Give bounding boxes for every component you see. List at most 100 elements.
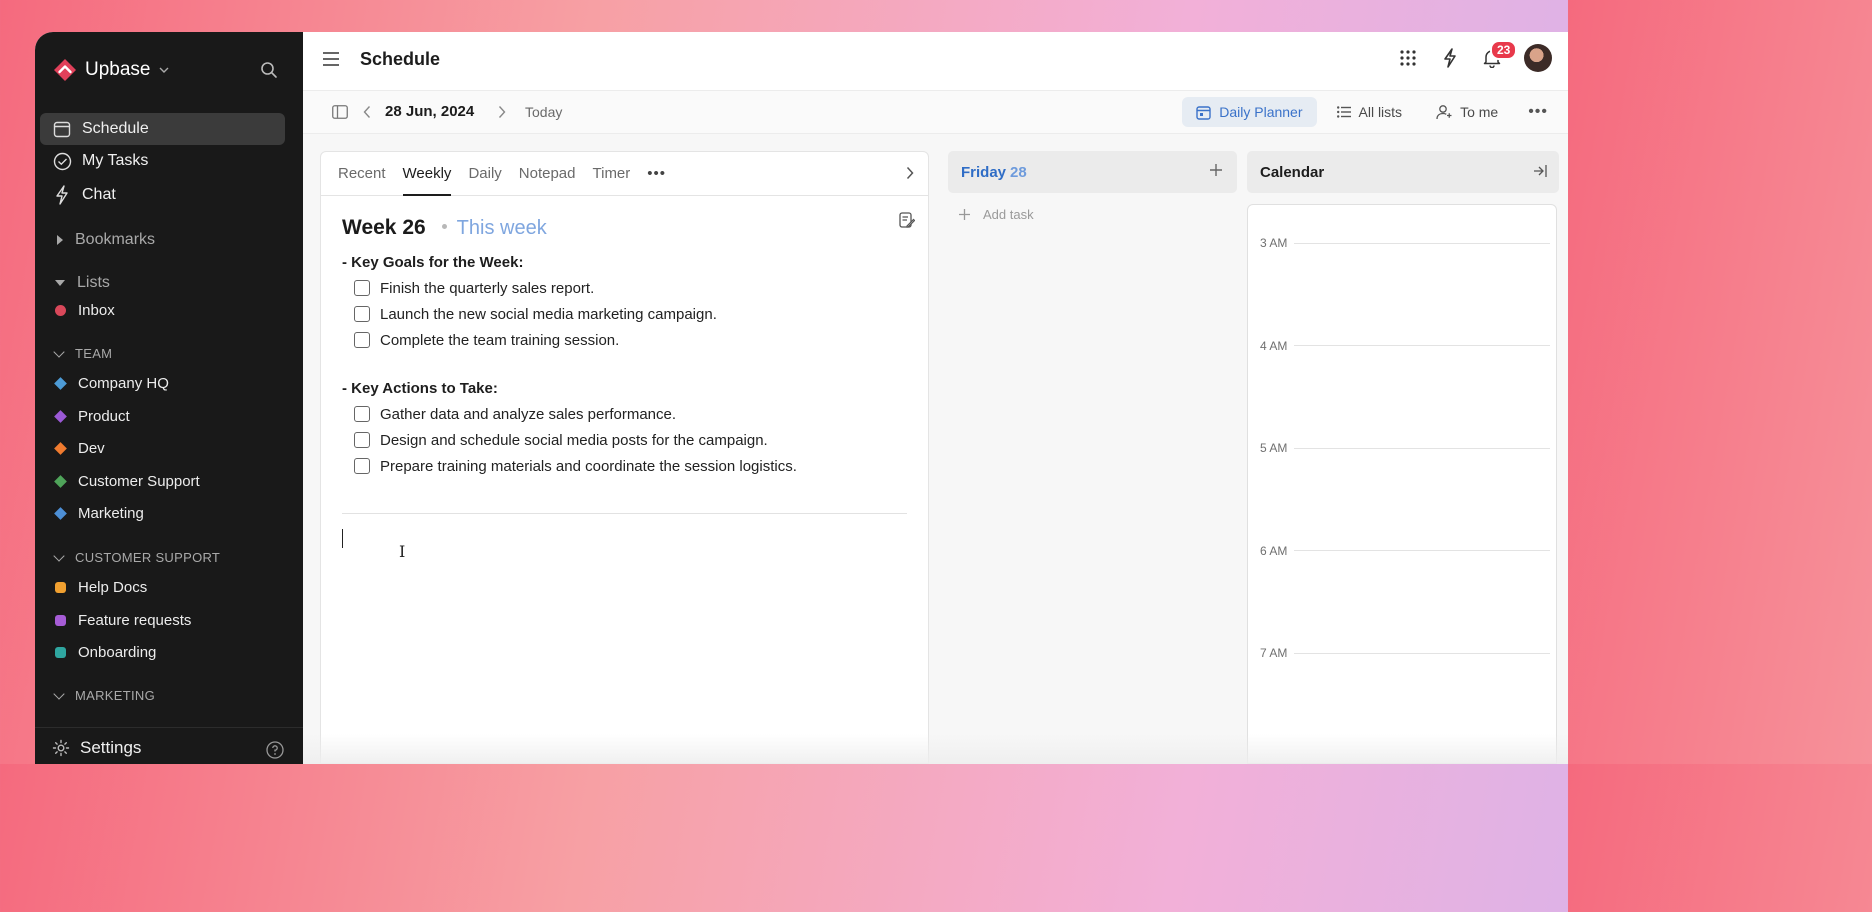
checklist-item: Finish the quarterly sales report. (342, 279, 907, 297)
all-lists-button[interactable]: All lists (1323, 97, 1417, 127)
menu-icon[interactable] (323, 52, 339, 66)
checklist-text: Complete the team training session. (380, 331, 620, 349)
list-item[interactable]: Company HQ (54, 375, 169, 392)
tab-weekly[interactable]: Weekly (402, 165, 461, 196)
app-window: Upbase Schedule My Tasks Chat Bookmarks … (35, 32, 1568, 764)
tab-timer[interactable]: Timer (593, 165, 640, 195)
list-item[interactable]: Product (54, 407, 130, 425)
to-me-filter-button[interactable]: To me (1422, 97, 1512, 127)
notes-tabs: Recent Weekly Daily Notepad Timer ••• (321, 152, 928, 196)
checklist-text: Finish the quarterly sales report. (380, 279, 595, 297)
tab-notepad[interactable]: Notepad (519, 165, 585, 195)
checkbox[interactable] (354, 306, 370, 322)
checkbox[interactable] (354, 332, 370, 348)
lists-section[interactable]: Lists (55, 274, 110, 292)
caret-down-icon (55, 280, 65, 286)
checklist-item: Prepare training materials and coordinat… (342, 457, 907, 475)
checkbox[interactable] (354, 406, 370, 422)
list-item[interactable]: Feature requests (55, 612, 191, 629)
more-options-icon[interactable]: ••• (1528, 103, 1548, 121)
hour-row: 5 AM (1260, 441, 1550, 455)
square-color-icon (55, 647, 66, 659)
bolt-icon (52, 185, 72, 205)
checklist-text: Launch the new social media marketing ca… (380, 305, 717, 323)
checkbox[interactable] (354, 280, 370, 296)
edit-note-icon[interactable] (899, 212, 915, 228)
checklist-text: Prepare training materials and coordinat… (380, 457, 797, 475)
sidebar-toggle-icon[interactable] (332, 105, 348, 119)
pill-label: All lists (1358, 104, 1403, 120)
customer-support-group-header[interactable]: CUSTOMER SUPPORT (53, 549, 220, 565)
calendar-icon (52, 119, 72, 139)
list-label: Onboarding (78, 644, 157, 662)
chevron-right-icon[interactable] (498, 105, 506, 119)
marketing-group-header[interactable]: MARKETING (53, 687, 155, 703)
top-actions: 23 (1398, 40, 1552, 72)
nav-schedule[interactable]: Schedule (40, 113, 285, 145)
tab-recent[interactable]: Recent (338, 165, 395, 195)
day-name: Friday (961, 163, 1007, 181)
view-switcher: Daily Planner All lists To me ••• (1182, 97, 1548, 127)
more-tabs-icon[interactable]: ••• (647, 165, 666, 195)
list-icon (1336, 106, 1351, 118)
checklist-text: Gather data and analyze sales performanc… (380, 405, 677, 423)
list-label: Dev (78, 440, 105, 458)
diamond-color-icon (54, 409, 67, 423)
week-header: Week 26 This week (342, 216, 907, 240)
list-inbox[interactable]: Inbox (55, 302, 115, 319)
tab-daily[interactable]: Daily (468, 165, 510, 195)
note-editor[interactable]: Week 26 This week - Key Goals for the We… (321, 196, 928, 561)
hour-gridline (1294, 242, 1550, 244)
day-column: Friday 28 Add task (948, 151, 1237, 764)
checklist-item: Launch the new social media marketing ca… (342, 305, 907, 323)
help-icon[interactable] (266, 741, 284, 759)
calendar-time-grid[interactable]: 3 AM 4 AM 5 AM 6 AM 7 AM (1247, 204, 1557, 764)
calendar-header: Calendar (1247, 151, 1559, 193)
chevron-down-icon (53, 345, 65, 358)
today-button[interactable]: Today (525, 104, 562, 120)
checkbox[interactable] (354, 458, 370, 474)
list-label: Product (78, 407, 130, 425)
list-item[interactable]: Help Docs (55, 579, 147, 596)
team-group-header[interactable]: TEAM (53, 345, 112, 361)
diamond-color-icon (54, 442, 67, 456)
add-task-label: Add task (983, 207, 1034, 222)
hour-label: 3 AM (1260, 236, 1288, 250)
checkbox[interactable] (354, 432, 370, 448)
divider (342, 513, 907, 514)
search-icon[interactable] (260, 61, 278, 79)
nav-label: My Tasks (82, 152, 149, 169)
separator-dot (441, 224, 447, 229)
apps-grid-icon[interactable] (1398, 48, 1418, 68)
nav-my-tasks[interactable]: My Tasks (40, 145, 285, 177)
nav-chat[interactable]: Chat (40, 179, 285, 211)
list-item[interactable]: Onboarding (55, 644, 156, 661)
avatar[interactable] (1524, 44, 1552, 72)
hour-gridline (1294, 652, 1550, 654)
daily-planner-button[interactable]: Daily Planner (1182, 97, 1317, 127)
notifications-bell-icon[interactable]: 23 (1482, 40, 1518, 68)
plus-icon[interactable] (1209, 163, 1223, 177)
settings-button[interactable]: Settings (35, 727, 303, 764)
section-label: Lists (77, 274, 110, 291)
list-label: Customer Support (78, 472, 200, 490)
chevron-right-icon[interactable] (906, 166, 914, 180)
list-item[interactable]: Dev (54, 440, 105, 458)
workspace-switcher[interactable]: Upbase (53, 58, 169, 82)
top-bar: Schedule 23 (303, 32, 1568, 91)
collapse-panel-icon[interactable] (1533, 164, 1547, 178)
hour-gridline (1294, 550, 1550, 552)
group-label: MARKETING (75, 688, 155, 703)
mouse-ibeam-cursor: I (399, 542, 406, 561)
list-item[interactable]: Marketing (54, 505, 144, 522)
gear-icon (52, 739, 70, 756)
list-item[interactable]: Customer Support (54, 472, 200, 490)
add-task-button[interactable]: Add task (948, 207, 1237, 222)
hour-gridline (1294, 447, 1550, 449)
bolt-icon[interactable] (1440, 48, 1460, 68)
notes-panel: Recent Weekly Daily Notepad Timer ••• We… (320, 151, 929, 764)
section-label: Bookmarks (75, 231, 156, 248)
chevron-left-icon[interactable] (363, 105, 371, 119)
bookmarks-section[interactable]: Bookmarks (57, 231, 155, 249)
day-number: 28 (1010, 163, 1027, 181)
